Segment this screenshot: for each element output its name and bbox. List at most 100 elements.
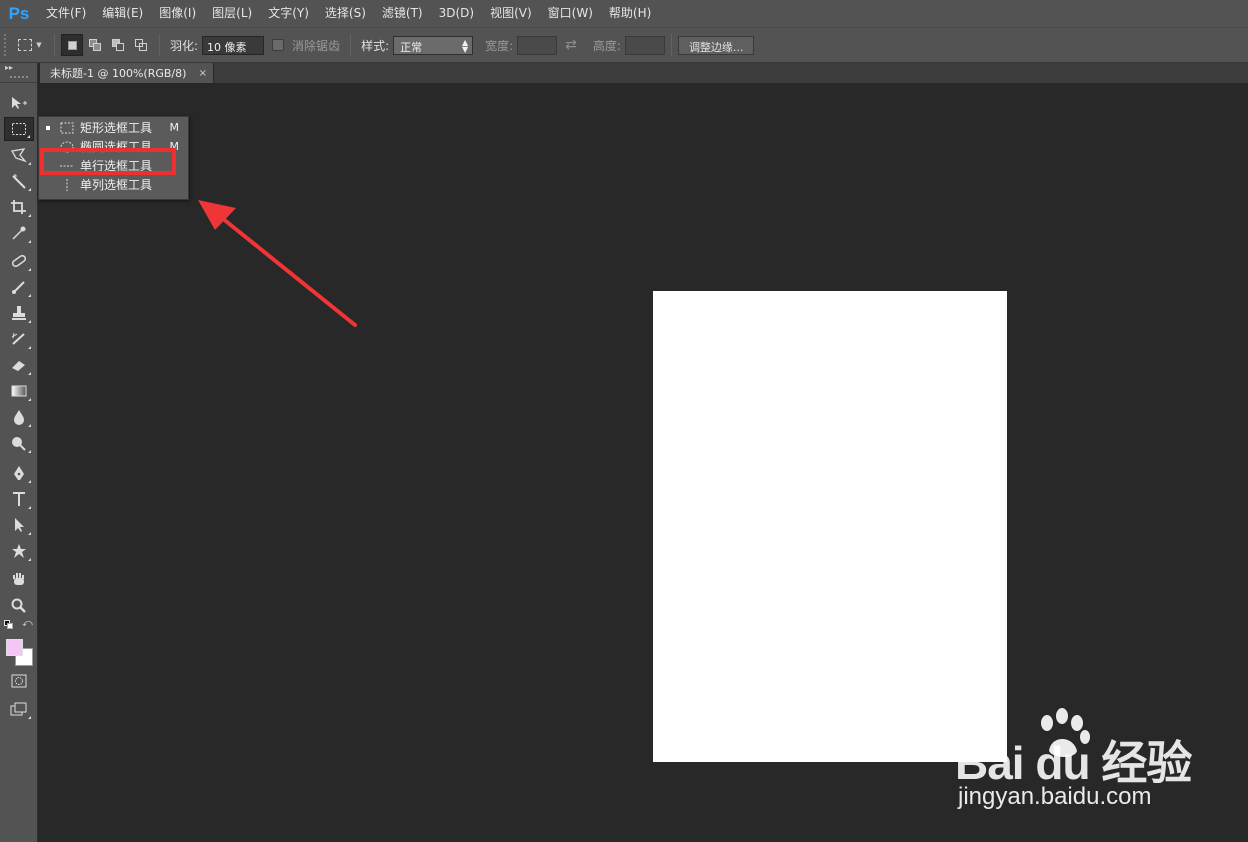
subtract-selection-icon [112,39,124,51]
marquee-tool[interactable] [4,117,34,141]
bandage-icon [11,254,27,268]
pen-icon [14,466,24,480]
path-selection-tool[interactable] [4,513,34,537]
drop-icon [14,410,24,425]
zoom-tool[interactable] [4,593,34,617]
menu-bar: Ps 文件(F) 编辑(E) 图像(I) 图层(L) 文字(Y) 选择(S) 滤… [0,0,1248,27]
crop-icon [11,200,26,214]
move-tool[interactable] [4,91,34,115]
add-selection-icon [89,39,101,51]
default-colors-icon[interactable] [4,620,14,630]
screen-mode-button[interactable] [4,697,34,721]
blur-tool[interactable] [4,405,34,429]
document-canvas[interactable] [653,291,1007,762]
menu-filter[interactable]: 滤镜(T) [374,0,431,27]
document-tab[interactable]: 未标题-1 @ 100%(RGB/8) × [40,63,214,83]
custom-shape-tool[interactable] [4,539,34,563]
menu-view[interactable]: 视图(V) [482,0,540,27]
menu-layer[interactable]: 图层(L) [204,0,260,27]
panel-grip [10,76,28,78]
divider [54,34,55,56]
magic-wand-icon [12,174,26,189]
flyout-item-label: 矩形选框工具 [80,121,153,135]
refine-edge-button[interactable]: 调整边缘... [677,35,755,55]
new-selection-button[interactable] [61,34,83,56]
menu-image[interactable]: 图像(I) [151,0,204,27]
screen-mode-icon [10,702,27,716]
hand-icon [13,573,24,585]
dodge-tool[interactable] [4,431,34,455]
type-tool[interactable] [4,487,34,511]
lasso-tool[interactable] [4,143,34,167]
new-selection-icon [67,40,77,50]
document-tab-bar: 未标题-1 @ 100%(RGB/8) × [40,63,1248,83]
type-icon [13,492,25,506]
feather-input[interactable]: 10 像素 [202,35,265,55]
rect-marquee-icon [59,121,75,135]
dodge-icon [12,437,26,451]
menu-3d[interactable]: 3D(D) [431,0,482,27]
menu-file[interactable]: 文件(F) [38,0,94,27]
intersect-selection-button[interactable] [130,34,152,56]
caret-down-icon: ▼ [36,41,42,49]
pen-tool[interactable] [4,461,34,485]
photoshop-window: Ps 文件(F) 编辑(E) 图像(I) 图层(L) 文字(Y) 选择(S) 滤… [0,0,1248,842]
swap-colors-icon[interactable]: ⤺ [22,618,33,629]
antialias-checkbox[interactable] [272,39,285,51]
quick-mask-button[interactable] [4,669,34,693]
history-brush-icon [11,332,25,345]
options-grip[interactable] [4,34,12,56]
clone-stamp-tool[interactable] [4,301,34,325]
divider [350,34,352,56]
selected-bullet-icon [46,125,50,130]
foreground-color-swatch[interactable] [6,639,23,656]
subtract-selection-button[interactable] [107,34,129,56]
rect-marquee-icon [12,123,26,135]
menu-window[interactable]: 窗口(W) [540,0,601,27]
style-select-value: 正常 [400,40,423,54]
eyedropper-tool[interactable] [4,221,34,245]
style-label: 样式: [361,38,390,53]
intersect-selection-icon [135,39,147,51]
expand-panel-icon[interactable]: ▸▸ [5,63,13,72]
tools-panel-header[interactable]: ▸▸ [0,63,37,83]
document-tab-title: 未标题-1 @ 100%(RGB/8) [50,67,187,80]
crop-tool[interactable] [4,195,34,219]
feather-label: 羽化: [170,38,199,53]
eraser-tool[interactable] [4,353,34,377]
height-input[interactable] [624,35,665,55]
arrow-pointer-icon [15,518,24,532]
gradient-tool[interactable] [4,379,34,403]
swap-icon[interactable]: ⇄ [565,37,577,53]
shape-icon [12,544,26,558]
brush-tool[interactable] [4,275,34,299]
gradient-icon [11,385,27,397]
close-icon[interactable]: × [199,68,207,79]
antialias-label: 消除锯齿 [292,38,341,53]
menu-type[interactable]: 文字(Y) [260,0,317,27]
flyout-item-label: 单列选框工具 [80,178,153,192]
move-icon [12,97,27,109]
menu-select[interactable]: 选择(S) [317,0,374,27]
shortcut-key: M [169,121,180,134]
style-select[interactable]: 正常 ▲ ▼ [393,35,474,55]
lasso-icon [10,148,27,163]
eraser-icon [12,361,25,371]
menu-help[interactable]: 帮助(H) [601,0,659,27]
updown-arrow-icon: ▲ ▼ [461,37,469,54]
history-brush-tool[interactable] [4,327,34,351]
width-input[interactable] [517,35,558,55]
healing-brush-tool[interactable] [4,249,34,273]
tool-preset-picker[interactable]: ▼ [12,33,48,57]
single-column-marquee-icon [59,178,75,192]
flyout-item-rect-marquee[interactable]: 矩形选框工具 M [39,118,188,137]
tools-panel: ▸▸ ⤺ [0,63,38,842]
zoom-icon [11,598,26,613]
height-label: 高度: [592,38,621,53]
add-selection-button[interactable] [84,34,106,56]
magic-wand-tool[interactable] [4,169,34,193]
menu-edit[interactable]: 编辑(E) [94,0,151,27]
watermark-url: jingyan.baidu.com [958,783,1152,810]
hand-tool[interactable] [4,567,34,591]
flyout-item-single-column-marquee[interactable]: 单列选框工具 [39,175,188,194]
